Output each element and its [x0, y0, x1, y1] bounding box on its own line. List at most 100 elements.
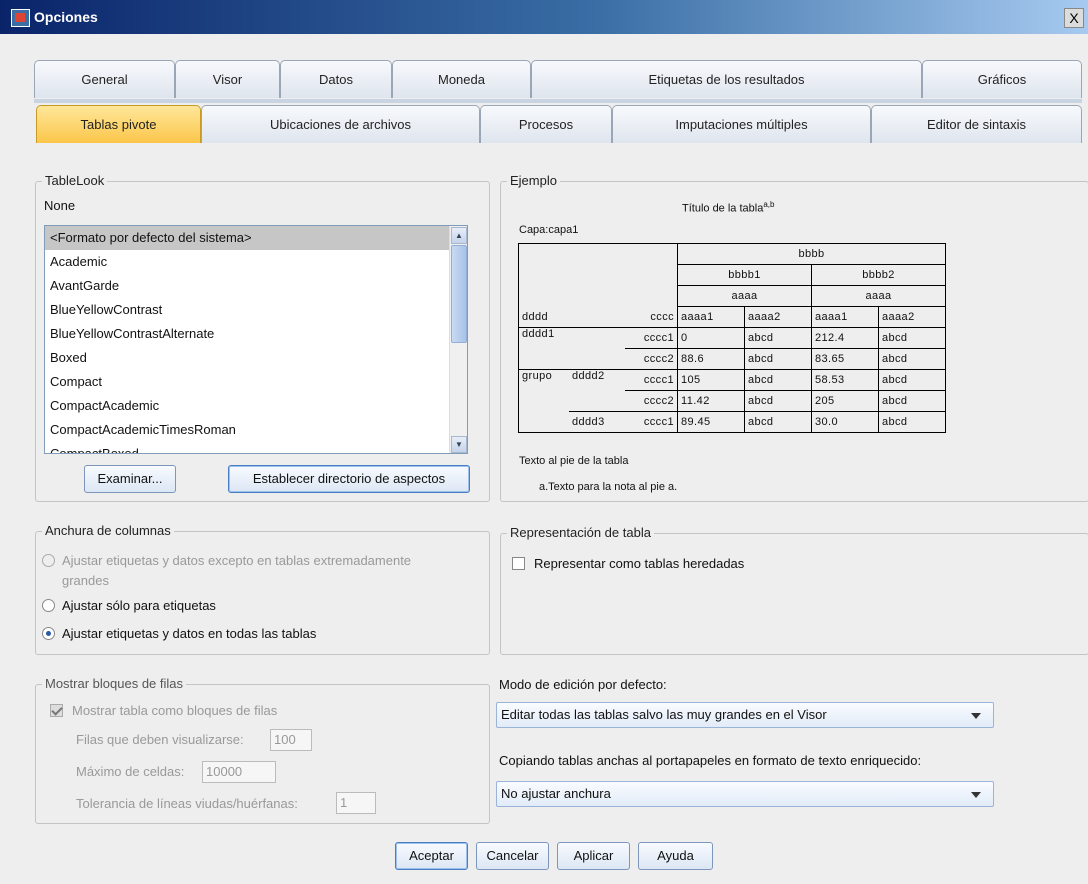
- col-label: aaaa1: [677, 306, 745, 328]
- corner-cell: [518, 243, 678, 307]
- tablelook-list-item[interactable]: AvantGarde: [45, 274, 467, 298]
- table-cell: 89.45: [677, 411, 745, 433]
- table-cell: abcd: [744, 327, 812, 349]
- example-legend: Ejemplo: [507, 173, 560, 188]
- table-cell: abcd: [878, 348, 946, 370]
- rows-to-display-label: Filas que deben visualizarse:: [76, 732, 244, 747]
- legacy-tables-checkbox[interactable]: [512, 557, 525, 570]
- row-header-cccc: cccc: [624, 306, 678, 328]
- scroll-down-icon[interactable]: ▼: [451, 436, 467, 453]
- table-cell: 212.4: [811, 327, 879, 349]
- table-cell: 83.65: [811, 348, 879, 370]
- table-cell: abcd: [744, 390, 812, 412]
- row-header-dddd: dddd: [517, 306, 625, 328]
- table-render-group: Representación de tabla: [500, 525, 1088, 655]
- ok-button[interactable]: Aceptar: [395, 842, 468, 870]
- example-footer: Texto al pie de la tabla: [519, 455, 629, 467]
- tablelook-current: None: [44, 198, 76, 213]
- tablelook-list-item[interactable]: CompactAcademicTimesRoman: [45, 418, 467, 442]
- table-cell: abcd: [744, 369, 812, 391]
- col-header-bbbb1: bbbb1: [677, 264, 812, 286]
- row-label: cccc1: [624, 369, 678, 391]
- window-title: Opciones: [34, 9, 98, 25]
- tablelook-list-item[interactable]: <Formato por defecto del sistema>: [45, 226, 467, 250]
- radio-fit-all-tables-label: Ajustar etiquetas y datos en todas las t…: [62, 626, 317, 641]
- tab-row-divider: [34, 99, 1082, 103]
- apply-button[interactable]: Aplicar: [557, 842, 630, 870]
- copy-wide-value: No ajustar anchura: [501, 786, 611, 801]
- close-button[interactable]: X: [1064, 8, 1084, 28]
- row-blocks-label: Mostrar tabla como bloques de filas: [72, 703, 278, 718]
- rows-to-display-input[interactable]: 100: [270, 729, 312, 751]
- table-cell: abcd: [878, 327, 946, 349]
- row-sub-dddd3: dddd3: [569, 411, 625, 433]
- table-cell: 88.6: [677, 348, 745, 370]
- column-width-legend: Anchura de columnas: [42, 523, 174, 538]
- radio-fit-labels-only[interactable]: [42, 599, 55, 612]
- tablelook-list-item[interactable]: BlueYellowContrastAlternate: [45, 322, 467, 346]
- table-cell: abcd: [744, 348, 812, 370]
- help-button[interactable]: Ayuda: [638, 842, 713, 870]
- radio-fit-except-large[interactable]: [42, 554, 55, 567]
- tab-procesos[interactable]: Procesos: [480, 105, 612, 143]
- radio-fit-except-large-label: Ajustar etiquetas y datos excepto en tab…: [62, 553, 412, 568]
- set-directory-button[interactable]: Establecer directorio de aspectos: [228, 465, 470, 493]
- tab-editor-sintaxis[interactable]: Editor de sintaxis: [871, 105, 1082, 143]
- tablelook-list-item[interactable]: Academic: [45, 250, 467, 274]
- row-group-grupo: grupo: [518, 369, 569, 433]
- chevron-down-icon: [971, 713, 981, 719]
- table-cell: 30.0: [811, 411, 879, 433]
- row-group-dddd1: dddd1: [517, 327, 625, 370]
- table-render-legend: Representación de tabla: [507, 525, 654, 540]
- app-icon: [11, 9, 30, 27]
- browse-button[interactable]: Examinar...: [84, 465, 176, 493]
- max-cells-input[interactable]: 10000: [202, 761, 276, 783]
- example-layer-label: Capa:capa1: [519, 224, 579, 236]
- edit-mode-label: Modo de edición por defecto:: [499, 677, 667, 692]
- row-sub-dddd2: dddd2: [569, 369, 625, 391]
- tablelook-list-item[interactable]: Boxed: [45, 346, 467, 370]
- col-label: aaaa2: [744, 306, 812, 328]
- radio-fit-except-large-label-2: grandes: [62, 573, 109, 588]
- col-label: aaaa2: [878, 306, 946, 328]
- example-pivot-table: bbbb bbbb1 bbbb2 aaaa aaaa dddd cccc aaa…: [517, 243, 946, 433]
- max-cells-label: Máximo de celdas:: [76, 764, 185, 779]
- col-header-bbbb: bbbb: [677, 243, 946, 265]
- table-cell: abcd: [878, 390, 946, 412]
- table-cell: 58.53: [811, 369, 879, 391]
- tablelook-list-item[interactable]: CompactBoxed: [45, 442, 467, 453]
- tablelook-list-item[interactable]: BlueYellowContrast: [45, 298, 467, 322]
- radio-fit-all-tables[interactable]: [42, 627, 55, 640]
- tab-visor[interactable]: Visor: [175, 60, 280, 98]
- col-label: aaaa1: [811, 306, 879, 328]
- scroll-up-icon[interactable]: ▲: [451, 227, 467, 244]
- chevron-down-icon: [971, 792, 981, 798]
- example-footnote: a.Texto para la nota al pie a.: [539, 481, 678, 493]
- legacy-tables-label: Representar como tablas heredadas: [534, 556, 745, 571]
- cancel-button[interactable]: Cancelar: [476, 842, 549, 870]
- row-blocks-checkbox[interactable]: [50, 704, 63, 717]
- copy-wide-label: Copiando tablas anchas al portapapeles e…: [499, 753, 922, 768]
- tab-general[interactable]: General: [34, 60, 175, 98]
- row-label: cccc1: [624, 327, 678, 349]
- tab-datos[interactable]: Datos: [280, 60, 392, 98]
- tablelook-list[interactable]: <Formato por defecto del sistema> Academi…: [44, 225, 468, 454]
- orphan-tolerance-input[interactable]: 1: [336, 792, 376, 814]
- tab-etiquetas-resultados[interactable]: Etiquetas de los resultados: [531, 60, 922, 98]
- table-cell: 11.42: [677, 390, 745, 412]
- tablelook-legend: TableLook: [42, 173, 108, 188]
- tab-moneda[interactable]: Moneda: [392, 60, 531, 98]
- tab-ubicaciones-archivos[interactable]: Ubicaciones de archivos: [201, 105, 480, 143]
- edit-mode-select[interactable]: Editar todas las tablas salvo las muy gr…: [496, 702, 994, 728]
- tab-tablas-pivote[interactable]: Tablas pivote: [36, 105, 201, 143]
- edit-mode-value: Editar todas las tablas salvo las muy gr…: [501, 707, 827, 722]
- copy-wide-select[interactable]: No ajustar anchura: [496, 781, 994, 807]
- tab-imputaciones-multiples[interactable]: Imputaciones múltiples: [612, 105, 871, 143]
- tablelook-list-item[interactable]: Compact: [45, 370, 467, 394]
- tablelook-scrollbar[interactable]: ▲ ▼: [449, 226, 467, 453]
- tablelook-list-item[interactable]: CompactAcademic: [45, 394, 467, 418]
- scroll-thumb[interactable]: [451, 245, 467, 343]
- tab-graficos[interactable]: Gráficos: [922, 60, 1082, 98]
- table-cell: 205: [811, 390, 879, 412]
- row-label: cccc2: [624, 348, 678, 370]
